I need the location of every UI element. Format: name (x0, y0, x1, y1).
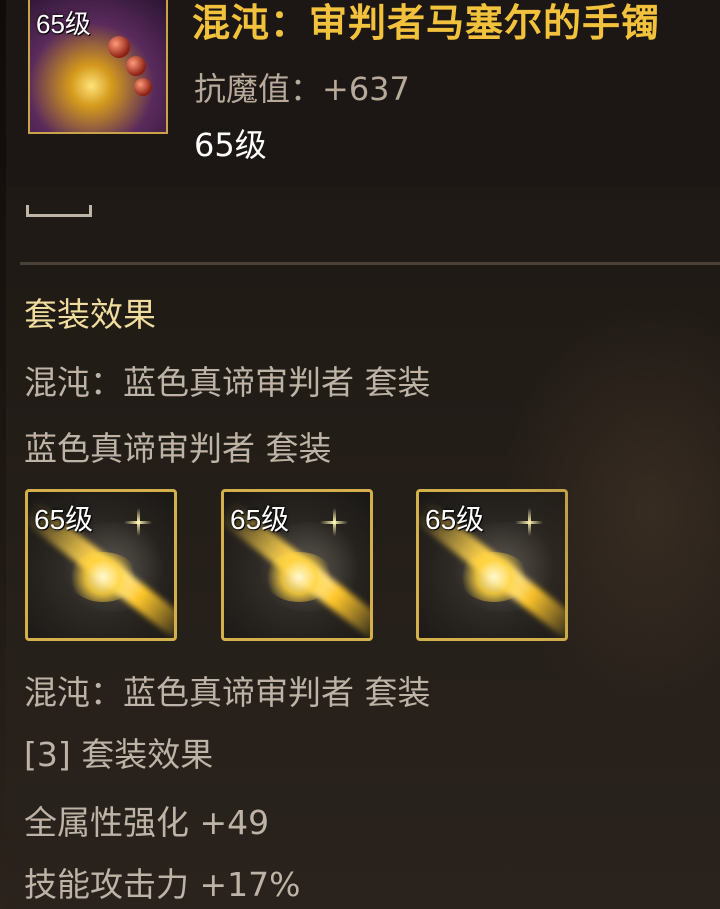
set-effect-all-stats: 全属性强化 +49 (24, 803, 270, 842)
item-tooltip-panel: 65级 混沌：审判者马塞尔的手镯 抗魔值：+637 65级 套装效果 混沌：蓝色… (0, 0, 720, 909)
shine-glow-icon (68, 552, 138, 602)
set-piece-slot-1[interactable]: 65级 (25, 489, 177, 641)
item-level-badge: 65级 (36, 9, 91, 39)
red-gem-icon (134, 78, 152, 96)
shine-glow-icon (264, 552, 334, 602)
sparkle-icon (124, 508, 152, 536)
collapse-bracket-icon (26, 205, 92, 217)
item-header: 65级 混沌：审判者马塞尔的手镯 抗魔值：+637 65级 (6, 0, 720, 186)
set-name-chaos: 混沌：蓝色真谛审判者 套装 (24, 363, 431, 402)
set-piece-slot-3[interactable]: 65级 (416, 489, 568, 641)
set-piece-slot-2[interactable]: 65级 (221, 489, 373, 641)
shine-glow-icon (459, 552, 529, 602)
set-piece-level-badge: 65级 (230, 504, 290, 535)
red-gem-icon (108, 36, 130, 58)
sparkle-icon (515, 508, 543, 536)
set-piece-level-badge: 65级 (425, 504, 485, 535)
bracelet-item-icon[interactable]: 65级 (28, 0, 168, 134)
item-name: 混沌：审判者马塞尔的手镯 (192, 1, 661, 45)
item-stat-magic-resist: 抗魔值：+637 (194, 70, 410, 108)
set-effect-skill-attack: 技能攻击力 +17% (24, 865, 301, 904)
set-piece-level-badge: 65级 (34, 504, 94, 535)
set-name: 蓝色真谛审判者 套装 (24, 429, 332, 468)
red-gem-icon (126, 56, 146, 76)
item-level: 65级 (194, 126, 267, 164)
set-effect-title: 套装效果 (24, 295, 156, 334)
sparkle-icon (320, 508, 348, 536)
set-effect-count-header: [3] 套装效果 (24, 735, 214, 774)
section-divider (20, 262, 720, 265)
set-name-chaos-repeat: 混沌：蓝色真谛审判者 套装 (24, 673, 431, 712)
